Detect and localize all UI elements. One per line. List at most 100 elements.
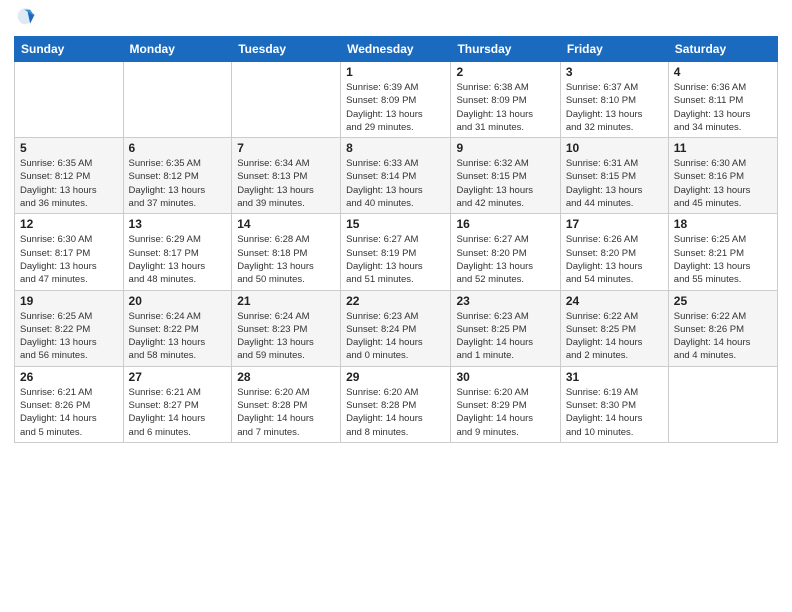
day-number: 18: [674, 217, 772, 231]
day-number: 26: [20, 370, 118, 384]
day-number: 2: [456, 65, 554, 79]
day-info: Sunrise: 6:27 AMSunset: 8:20 PMDaylight:…: [456, 233, 554, 286]
day-number: 1: [346, 65, 445, 79]
day-number: 3: [566, 65, 663, 79]
calendar-cell: 7 Sunrise: 6:34 AMSunset: 8:13 PMDaylight…: [232, 138, 341, 214]
calendar-cell: 20Sunrise: 6:24 AMSunset: 8:22 PMDayligh…: [123, 290, 232, 366]
day-info: Sunrise: 6:33 AMSunset: 8:14 PMDaylight:…: [346, 157, 445, 210]
weekday-header-row: SundayMondayTuesdayWednesdayThursdayFrid…: [15, 37, 778, 62]
calendar-table: SundayMondayTuesdayWednesdayThursdayFrid…: [14, 36, 778, 443]
day-number: 7: [237, 141, 335, 155]
day-number: 12: [20, 217, 118, 231]
day-number: 5: [20, 141, 118, 155]
weekday-header-wednesday: Wednesday: [341, 37, 451, 62]
day-number: 6: [129, 141, 227, 155]
week-row-3: 12 Sunrise: 6:30 AMSunset: 8:17 PMDayligh…: [15, 214, 778, 290]
weekday-header-sunday: Sunday: [15, 37, 124, 62]
week-row-4: 19Sunrise: 6:25 AMSunset: 8:22 PMDayligh…: [15, 290, 778, 366]
calendar-cell: [668, 366, 777, 442]
calendar-cell: 3 Sunrise: 6:37 AMSunset: 8:10 PMDaylight…: [560, 62, 668, 138]
day-info: Sunrise: 6:35 AMSunset: 8:12 PMDaylight:…: [129, 157, 227, 210]
day-number: 21: [237, 294, 335, 308]
calendar-cell: 29Sunrise: 6:20 AMSunset: 8:28 PMDayligh…: [341, 366, 451, 442]
day-info: Sunrise: 6:35 AMSunset: 8:12 PMDaylight:…: [20, 157, 118, 210]
calendar-cell: 17 Sunrise: 6:26 AMSunset: 8:20 PMDayligh…: [560, 214, 668, 290]
day-number: 24: [566, 294, 663, 308]
calendar-cell: 12 Sunrise: 6:30 AMSunset: 8:17 PMDayligh…: [15, 214, 124, 290]
calendar-cell: 13 Sunrise: 6:29 AMSunset: 8:17 PMDayligh…: [123, 214, 232, 290]
calendar-cell: 4 Sunrise: 6:36 AMSunset: 8:11 PMDaylight…: [668, 62, 777, 138]
day-info: Sunrise: 6:20 AMSunset: 8:28 PMDaylight:…: [346, 386, 445, 439]
weekday-header-thursday: Thursday: [451, 37, 560, 62]
day-number: 23: [456, 294, 554, 308]
day-info: Sunrise: 6:37 AMSunset: 8:10 PMDaylight:…: [566, 81, 663, 134]
day-info: Sunrise: 6:32 AMSunset: 8:15 PMDaylight:…: [456, 157, 554, 210]
day-number: 9: [456, 141, 554, 155]
calendar-cell: 23 Sunrise: 6:23 AMSunset: 8:25 PMDayligh…: [451, 290, 560, 366]
day-info: Sunrise: 6:26 AMSunset: 8:20 PMDaylight:…: [566, 233, 663, 286]
calendar-cell: [123, 62, 232, 138]
weekday-header-saturday: Saturday: [668, 37, 777, 62]
day-info: Sunrise: 6:23 AMSunset: 8:24 PMDaylight:…: [346, 310, 445, 363]
day-info: Sunrise: 6:20 AMSunset: 8:29 PMDaylight:…: [456, 386, 554, 439]
day-number: 27: [129, 370, 227, 384]
calendar-cell: 25 Sunrise: 6:22 AMSunset: 8:26 PMDayligh…: [668, 290, 777, 366]
day-number: 30: [456, 370, 554, 384]
day-number: 20: [129, 294, 227, 308]
day-info: Sunrise: 6:36 AMSunset: 8:11 PMDaylight:…: [674, 81, 772, 134]
day-number: 4: [674, 65, 772, 79]
header: [14, 10, 778, 28]
day-info: Sunrise: 6:22 AMSunset: 8:25 PMDaylight:…: [566, 310, 663, 363]
day-number: 8: [346, 141, 445, 155]
calendar-cell: [232, 62, 341, 138]
day-number: 13: [129, 217, 227, 231]
logo-icon: [14, 6, 36, 28]
day-number: 14: [237, 217, 335, 231]
day-info: Sunrise: 6:34 AMSunset: 8:13 PMDaylight:…: [237, 157, 335, 210]
day-info: Sunrise: 6:30 AMSunset: 8:17 PMDaylight:…: [20, 233, 118, 286]
calendar-cell: 14 Sunrise: 6:28 AMSunset: 8:18 PMDayligh…: [232, 214, 341, 290]
day-info: Sunrise: 6:38 AMSunset: 8:09 PMDaylight:…: [456, 81, 554, 134]
calendar-cell: 24 Sunrise: 6:22 AMSunset: 8:25 PMDayligh…: [560, 290, 668, 366]
day-number: 17: [566, 217, 663, 231]
day-info: Sunrise: 6:39 AMSunset: 8:09 PMDaylight:…: [346, 81, 445, 134]
day-info: Sunrise: 6:23 AMSunset: 8:25 PMDaylight:…: [456, 310, 554, 363]
day-number: 11: [674, 141, 772, 155]
calendar-cell: 31Sunrise: 6:19 AMSunset: 8:30 PMDayligh…: [560, 366, 668, 442]
calendar-cell: 27Sunrise: 6:21 AMSunset: 8:27 PMDayligh…: [123, 366, 232, 442]
calendar-cell: [15, 62, 124, 138]
weekday-header-tuesday: Tuesday: [232, 37, 341, 62]
day-info: Sunrise: 6:22 AMSunset: 8:26 PMDaylight:…: [674, 310, 772, 363]
calendar-cell: 28Sunrise: 6:20 AMSunset: 8:28 PMDayligh…: [232, 366, 341, 442]
calendar-cell: 19Sunrise: 6:25 AMSunset: 8:22 PMDayligh…: [15, 290, 124, 366]
calendar-cell: 8 Sunrise: 6:33 AMSunset: 8:14 PMDaylight…: [341, 138, 451, 214]
page: SundayMondayTuesdayWednesdayThursdayFrid…: [0, 0, 792, 612]
day-info: Sunrise: 6:21 AMSunset: 8:26 PMDaylight:…: [20, 386, 118, 439]
day-number: 10: [566, 141, 663, 155]
day-info: Sunrise: 6:28 AMSunset: 8:18 PMDaylight:…: [237, 233, 335, 286]
day-number: 25: [674, 294, 772, 308]
calendar-cell: 9 Sunrise: 6:32 AMSunset: 8:15 PMDaylight…: [451, 138, 560, 214]
day-info: Sunrise: 6:30 AMSunset: 8:16 PMDaylight:…: [674, 157, 772, 210]
day-info: Sunrise: 6:27 AMSunset: 8:19 PMDaylight:…: [346, 233, 445, 286]
week-row-1: 1 Sunrise: 6:39 AMSunset: 8:09 PMDaylight…: [15, 62, 778, 138]
day-info: Sunrise: 6:25 AMSunset: 8:22 PMDaylight:…: [20, 310, 118, 363]
calendar-cell: 21Sunrise: 6:24 AMSunset: 8:23 PMDayligh…: [232, 290, 341, 366]
weekday-header-friday: Friday: [560, 37, 668, 62]
calendar-cell: 2 Sunrise: 6:38 AMSunset: 8:09 PMDaylight…: [451, 62, 560, 138]
day-info: Sunrise: 6:29 AMSunset: 8:17 PMDaylight:…: [129, 233, 227, 286]
calendar-cell: 5 Sunrise: 6:35 AMSunset: 8:12 PMDaylight…: [15, 138, 124, 214]
calendar-cell: 1 Sunrise: 6:39 AMSunset: 8:09 PMDaylight…: [341, 62, 451, 138]
calendar-cell: 18Sunrise: 6:25 AMSunset: 8:21 PMDayligh…: [668, 214, 777, 290]
calendar-cell: 26 Sunrise: 6:21 AMSunset: 8:26 PMDayligh…: [15, 366, 124, 442]
calendar-cell: 11 Sunrise: 6:30 AMSunset: 8:16 PMDayligh…: [668, 138, 777, 214]
day-info: Sunrise: 6:20 AMSunset: 8:28 PMDaylight:…: [237, 386, 335, 439]
day-number: 22: [346, 294, 445, 308]
calendar-cell: 16 Sunrise: 6:27 AMSunset: 8:20 PMDayligh…: [451, 214, 560, 290]
logo: [14, 10, 38, 28]
day-info: Sunrise: 6:19 AMSunset: 8:30 PMDaylight:…: [566, 386, 663, 439]
day-info: Sunrise: 6:31 AMSunset: 8:15 PMDaylight:…: [566, 157, 663, 210]
calendar-cell: 6 Sunrise: 6:35 AMSunset: 8:12 PMDaylight…: [123, 138, 232, 214]
day-number: 16: [456, 217, 554, 231]
calendar-cell: 22 Sunrise: 6:23 AMSunset: 8:24 PMDayligh…: [341, 290, 451, 366]
